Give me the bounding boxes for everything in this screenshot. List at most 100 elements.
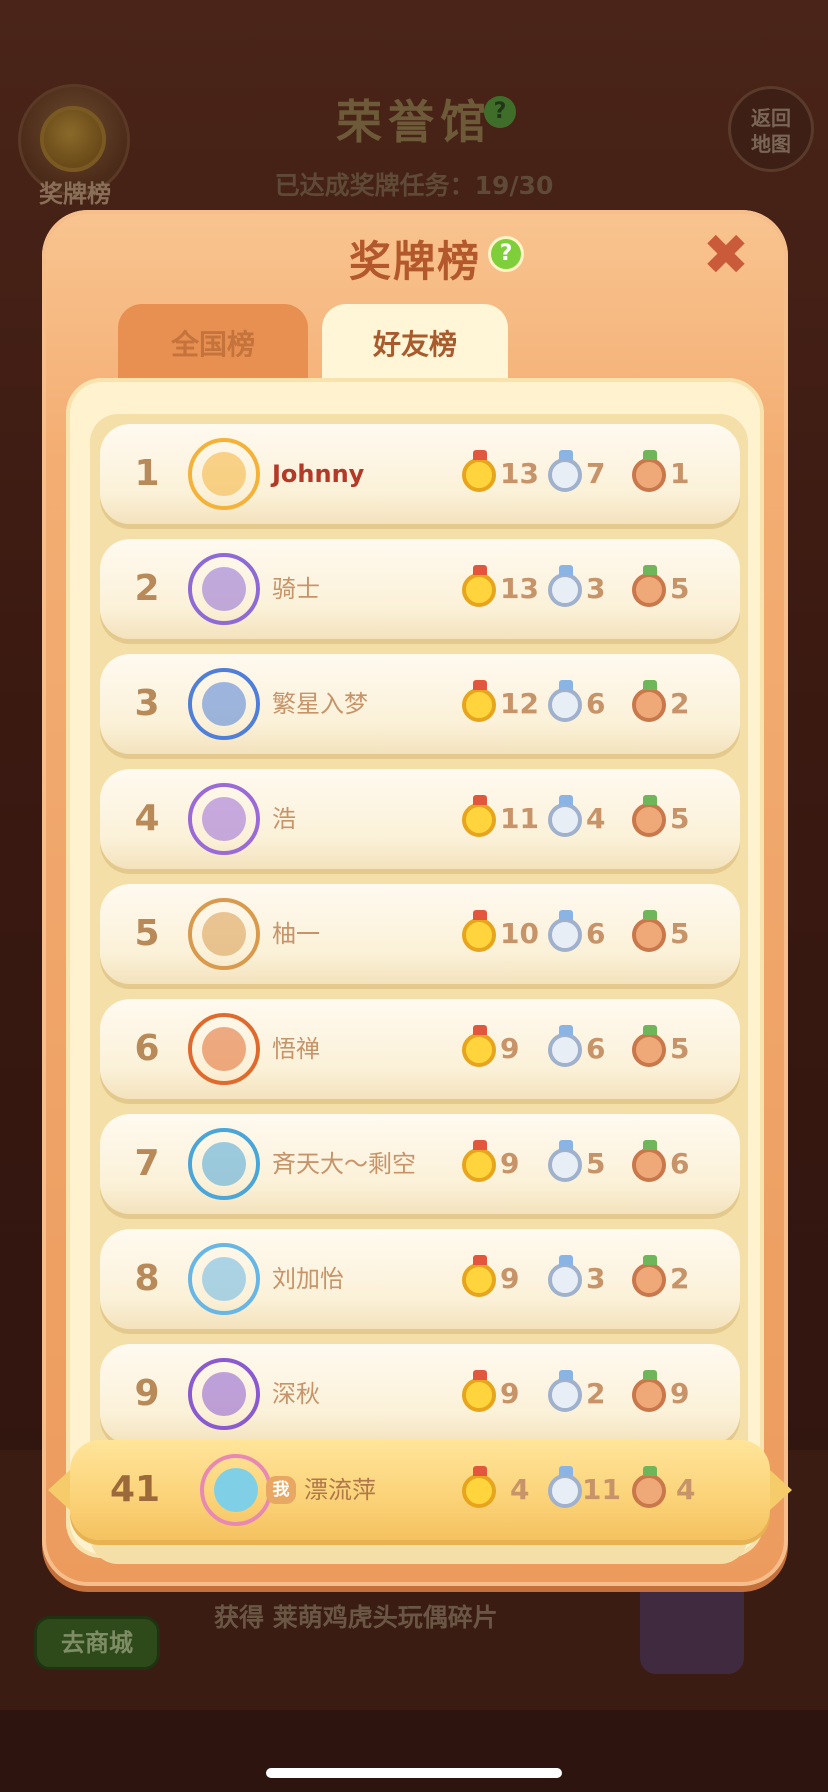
modal-title: 奖牌榜	[348, 237, 481, 286]
rank-number: 9	[134, 1373, 160, 1414]
gold-medal-icon	[462, 680, 496, 722]
leaderboard-row[interactable]: 4 浩 11 4 5	[100, 769, 740, 869]
avatar[interactable]	[188, 1013, 260, 1085]
avatar[interactable]	[200, 1454, 272, 1526]
avatar-image	[202, 912, 246, 956]
player-name: 刘加怡	[272, 1265, 344, 1293]
silver-medal-icon	[548, 1025, 582, 1067]
gold-count: 12	[500, 687, 539, 720]
bronze-medal-icon	[632, 910, 666, 952]
rank-number: 4	[134, 798, 160, 839]
bronze-count: 5	[670, 572, 690, 605]
rank-number: 2	[134, 568, 160, 609]
hall-help-icon[interactable]: ?	[484, 96, 516, 128]
close-icon[interactable]: ✖	[702, 228, 750, 284]
task-progress-label: 已达成奖牌任务：	[274, 171, 475, 200]
avatar-image	[202, 1142, 246, 1186]
gold-count: 9	[500, 1377, 520, 1410]
rank-number: 5	[134, 913, 160, 954]
silver-medal-icon	[548, 680, 582, 722]
rank-number: 1	[134, 453, 160, 494]
bronze-count: 2	[670, 1262, 690, 1295]
self-name: 漂流萍	[304, 1476, 376, 1504]
leaderboard-row[interactable]: 6 悟禅 9 6 5	[100, 999, 740, 1099]
player-name: 深秋	[272, 1380, 320, 1408]
avatar-image	[202, 1372, 246, 1416]
silver-count: 6	[586, 687, 606, 720]
silver-medal-icon	[548, 1370, 582, 1412]
leaderboard-row[interactable]: 2 骑士 13 3 5	[100, 539, 740, 639]
silver-count: 6	[586, 917, 606, 950]
bronze-medal-icon	[632, 1140, 666, 1182]
avatar-image	[214, 1468, 258, 1512]
player-name: Johnny	[272, 460, 365, 488]
gold-medal-icon	[462, 1255, 496, 1297]
home-indicator	[266, 1768, 562, 1778]
self-row-left-arrow	[48, 1470, 70, 1510]
silver-medal-icon	[548, 1466, 582, 1508]
leaderboard-row[interactable]: 7 斉天大～剩空 9 5 6	[100, 1114, 740, 1214]
avatar[interactable]	[188, 1243, 260, 1315]
gold-medal-icon	[462, 1370, 496, 1412]
avatar[interactable]	[188, 783, 260, 855]
player-name: 骑士	[272, 575, 320, 603]
return-map-label-1: 返回	[751, 106, 791, 130]
avatar-image	[202, 567, 246, 611]
bronze-count: 2	[670, 687, 690, 720]
silver-medal-icon	[548, 565, 582, 607]
gold-medal-icon	[462, 1025, 496, 1067]
silver-count: 5	[586, 1147, 606, 1180]
avatar[interactable]	[188, 553, 260, 625]
silver-count: 6	[586, 1032, 606, 1065]
gold-count: 13	[500, 572, 539, 605]
self-row-right-arrow	[770, 1470, 792, 1510]
go-shop-button[interactable]: 去商城	[34, 1616, 160, 1670]
gold-medal-icon	[462, 450, 496, 492]
avatar-image	[202, 1257, 246, 1301]
bronze-count: 5	[670, 917, 690, 950]
gold-count: 4	[510, 1473, 530, 1506]
rank-number: 7	[134, 1143, 160, 1184]
leaderboard-row[interactable]: 5 柚一 10 6 5	[100, 884, 740, 984]
hall-title: 荣誉馆	[336, 95, 492, 149]
help-icon[interactable]: ?	[488, 236, 524, 272]
leaderboard-row[interactable]: 1 Johnny 13 7 1	[100, 424, 740, 524]
bronze-medal-icon	[632, 1255, 666, 1297]
avatar-image	[202, 682, 246, 726]
avatar[interactable]	[188, 1128, 260, 1200]
gold-count: 9	[500, 1147, 520, 1180]
rank-number: 8	[134, 1258, 160, 1299]
avatar[interactable]	[188, 898, 260, 970]
self-rank-row[interactable]: 41 我 漂流萍 4 11 4	[70, 1440, 770, 1540]
avatar[interactable]	[188, 668, 260, 740]
bronze-count: 9	[670, 1377, 690, 1410]
leaderboard-row[interactable]: 8 刘加怡 9 3 2	[100, 1229, 740, 1329]
return-map-button[interactable]: 返回 地图	[728, 86, 814, 172]
bronze-count: 5	[670, 1032, 690, 1065]
player-name: 斉天大～剩空	[272, 1150, 416, 1178]
silver-count: 2	[586, 1377, 606, 1410]
gold-medal-icon	[462, 1466, 496, 1508]
return-map-label-2: 地图	[751, 132, 791, 156]
silver-medal-icon	[548, 1255, 582, 1297]
silver-medal-icon	[548, 1140, 582, 1182]
leaderboard-row[interactable]: 3 繁星入梦 12 6 2	[100, 654, 740, 754]
bronze-medal-icon	[632, 680, 666, 722]
gold-medal-icon	[462, 1140, 496, 1182]
silver-count: 4	[586, 802, 606, 835]
rank-number: 3	[134, 683, 160, 724]
gold-medal-icon	[462, 910, 496, 952]
bronze-count: 5	[670, 802, 690, 835]
gold-medal-icon	[462, 795, 496, 837]
leaderboard-row[interactable]: 9 深秋 9 2 9	[100, 1344, 740, 1444]
task-progress-value: 19/30	[474, 171, 554, 200]
bronze-medal-icon	[632, 565, 666, 607]
silver-medal-icon	[548, 450, 582, 492]
gold-count: 10	[500, 917, 539, 950]
avatar-image	[202, 797, 246, 841]
rank-number: 6	[134, 1028, 160, 1069]
bronze-count: 6	[670, 1147, 690, 1180]
avatar[interactable]	[188, 438, 260, 510]
avatar[interactable]	[188, 1358, 260, 1430]
silver-count: 3	[586, 1262, 606, 1295]
